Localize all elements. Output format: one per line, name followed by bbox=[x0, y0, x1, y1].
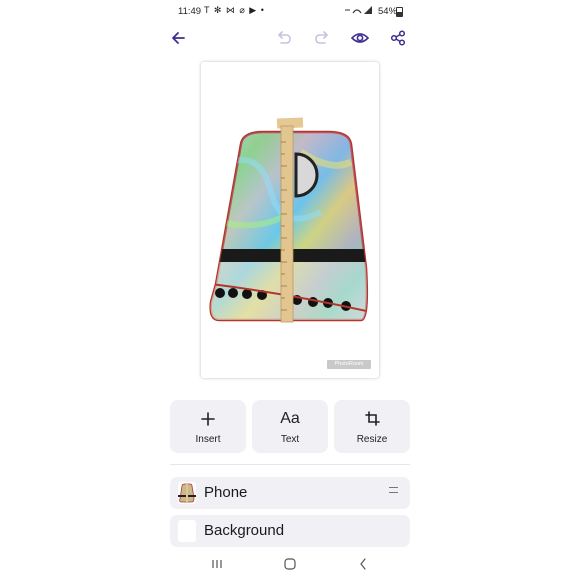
system-back-button[interactable] bbox=[353, 556, 373, 572]
share-button[interactable] bbox=[386, 26, 410, 50]
resize-label: Resize bbox=[356, 433, 388, 445]
wifi-signal-icon bbox=[345, 6, 372, 14]
text-label: Text bbox=[280, 433, 300, 445]
recent-apps-icon bbox=[212, 560, 222, 568]
layer-background[interactable]: Background bbox=[170, 515, 410, 547]
chevron-left-icon bbox=[360, 558, 366, 570]
text-button[interactable]: Aa Text bbox=[252, 400, 328, 453]
redo-button[interactable] bbox=[310, 26, 334, 50]
redo-icon bbox=[315, 31, 328, 44]
eye-icon bbox=[351, 33, 369, 43]
insert-button[interactable]: Insert bbox=[170, 400, 246, 453]
battery-icon bbox=[396, 7, 403, 17]
product-photo[interactable] bbox=[201, 62, 379, 378]
status-time: 11:49 bbox=[178, 6, 202, 17]
undo-button[interactable] bbox=[272, 26, 296, 50]
divider bbox=[170, 464, 410, 465]
text-glyph: Aa bbox=[280, 409, 300, 427]
status-bar: 11:49 T ✻ ⋈ ⌀ ▶ • 54% bbox=[0, 0, 580, 22]
share-icon bbox=[390, 30, 406, 46]
system-nav-bar bbox=[0, 552, 580, 576]
top-app-bar bbox=[0, 26, 580, 50]
layer-background-name: Background bbox=[204, 522, 285, 539]
layer-phone[interactable]: Phone bbox=[170, 477, 410, 509]
drag-handle-icon[interactable] bbox=[389, 487, 398, 497]
battery-percent: 54% bbox=[378, 6, 398, 17]
phone-layer-thumbnail bbox=[178, 482, 196, 504]
back-arrow-icon bbox=[172, 32, 185, 44]
plus-icon bbox=[201, 409, 215, 429]
notification-icons: T ✻ ⋈ ⌀ ▶ • bbox=[204, 5, 265, 15]
preview-button[interactable] bbox=[348, 26, 372, 50]
layer-phone-name: Phone bbox=[204, 484, 248, 501]
back-button[interactable] bbox=[166, 26, 190, 50]
tool-row: Insert Aa Text Resize bbox=[170, 400, 410, 453]
photoroom-watermark: PhotoRoom bbox=[327, 360, 371, 369]
design-canvas[interactable]: PhotoRoom bbox=[201, 62, 379, 378]
insert-label: Insert bbox=[195, 433, 221, 445]
resize-button[interactable]: Resize bbox=[334, 400, 410, 453]
recent-apps-button[interactable] bbox=[207, 556, 227, 572]
home-icon bbox=[284, 558, 296, 570]
signal-icons bbox=[344, 5, 374, 17]
background-layer-thumbnail bbox=[178, 520, 196, 542]
undo-icon bbox=[278, 31, 291, 44]
crop-icon bbox=[364, 409, 380, 429]
home-button[interactable] bbox=[280, 556, 300, 572]
